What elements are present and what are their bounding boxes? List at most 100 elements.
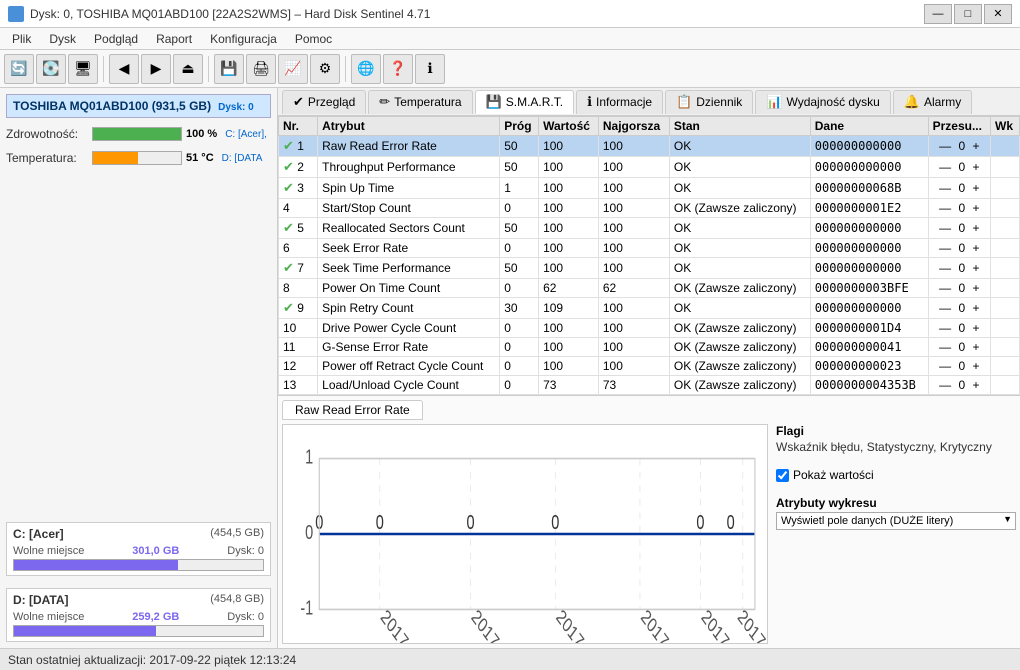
toolbar-help[interactable]: ❓	[383, 54, 413, 84]
table-row[interactable]: 8 Power On Time Count 0 62 62 OK (Zawsze…	[279, 279, 1020, 298]
menu-plik[interactable]: Plik	[4, 30, 39, 48]
right-panel: ✔ Przegląd ✏ Temperatura 💾 S.M.A.R.T. ℹ …	[278, 88, 1020, 648]
minimize-button[interactable]: —	[924, 4, 952, 24]
close-button[interactable]: ✕	[984, 4, 1012, 24]
toolbar-settings[interactable]: ⚙	[310, 54, 340, 84]
app-icon	[8, 6, 24, 22]
drive-c-name: C: [Acer]	[13, 527, 64, 541]
tab-temperatura[interactable]: ✏ Temperatura	[368, 90, 472, 114]
minus-icon[interactable]: —	[939, 261, 951, 275]
cell-stan: OK (Zawsze zaliczony)	[669, 279, 810, 298]
minus-icon[interactable]: —	[939, 181, 951, 195]
minus-icon[interactable]: —	[939, 378, 951, 392]
table-row[interactable]: 11 G-Sense Error Rate 0 100 100 OK (Zaws…	[279, 338, 1020, 357]
cell-val: 100	[539, 157, 599, 178]
tab-informacje[interactable]: ℹ Informacje	[576, 90, 663, 114]
plus-icon[interactable]: +	[972, 241, 979, 255]
plus-icon[interactable]: +	[972, 139, 979, 153]
toolbar-info[interactable]: 🖥	[68, 54, 98, 84]
plus-icon[interactable]: +	[972, 281, 979, 295]
tab-dziennik-label: Dziennik	[696, 95, 742, 109]
menu-dysk[interactable]: Dysk	[41, 30, 84, 48]
cell-przesu-val: 0	[958, 241, 965, 255]
cell-wk	[991, 319, 1020, 338]
toolbar-hdd[interactable]: 💽	[36, 54, 66, 84]
tab-przeglad[interactable]: ✔ Przegląd	[282, 90, 366, 114]
table-row[interactable]: ✔ 3 Spin Up Time 1 100 100 OK 0000000006…	[279, 178, 1020, 199]
tab-smart[interactable]: 💾 S.M.A.R.T.	[475, 90, 575, 114]
plus-icon[interactable]: +	[972, 201, 979, 215]
cell-prog: 1	[500, 178, 539, 199]
drive-c-bar	[13, 559, 264, 571]
toolbar-chart[interactable]: 📈	[278, 54, 308, 84]
minus-icon[interactable]: —	[939, 139, 951, 153]
toolbar-eject[interactable]: ⏏	[173, 54, 203, 84]
plus-icon[interactable]: +	[972, 340, 979, 354]
toolbar-prev[interactable]: ◀	[109, 54, 139, 84]
toolbar-globe[interactable]: 🌐	[351, 54, 381, 84]
minus-icon[interactable]: —	[939, 359, 951, 373]
cell-attr: Spin Retry Count	[318, 298, 500, 319]
smart-table-container[interactable]: Nr. Atrybut Próg Wartość Najgorsza Stan …	[278, 116, 1020, 396]
menu-pomoc[interactable]: Pomoc	[287, 30, 340, 48]
col-najgorsza: Najgorsza	[598, 117, 669, 136]
table-row[interactable]: 6 Seek Error Rate 0 100 100 OK 000000000…	[279, 239, 1020, 258]
tab-wydajnosc[interactable]: 📊 Wydajność dysku	[755, 90, 890, 114]
table-row[interactable]: 13 Load/Unload Cycle Count 0 73 73 OK (Z…	[279, 376, 1020, 395]
minus-icon[interactable]: —	[939, 241, 951, 255]
table-row[interactable]: 4 Start/Stop Count 0 100 100 OK (Zawsze …	[279, 199, 1020, 218]
drive-d-section: D: [DATA] (454,8 GB) Wolne miejsce 259,2…	[6, 588, 271, 642]
plus-icon[interactable]: +	[972, 221, 979, 235]
table-row[interactable]: ✔ 9 Spin Retry Count 30 109 100 OK 00000…	[279, 298, 1020, 319]
minus-icon[interactable]: —	[939, 301, 951, 315]
toolbar-print[interactable]: 🖨	[246, 54, 276, 84]
drive-c-free-label: Wolne miejsce	[13, 545, 84, 557]
cell-nr: ✔ 7	[279, 258, 318, 279]
plus-icon[interactable]: +	[972, 301, 979, 315]
cell-nr: ✔ 9	[279, 298, 318, 319]
toolbar-about[interactable]: ℹ	[415, 54, 445, 84]
cell-attr: Raw Read Error Rate	[318, 136, 500, 157]
plus-icon[interactable]: +	[972, 181, 979, 195]
table-row[interactable]: ✔ 5 Reallocated Sectors Count 50 100 100…	[279, 218, 1020, 239]
plus-icon[interactable]: +	[972, 359, 979, 373]
tab-temperatura-label: Temperatura	[394, 95, 461, 109]
maximize-button[interactable]: □	[954, 4, 982, 24]
menu-konfiguracja[interactable]: Konfiguracja	[202, 30, 285, 48]
smart-table: Nr. Atrybut Próg Wartość Najgorsza Stan …	[278, 116, 1020, 396]
cell-worst: 62	[598, 279, 669, 298]
table-row[interactable]: 12 Power off Retract Cycle Count 0 100 1…	[279, 357, 1020, 376]
table-row[interactable]: ✔ 2 Throughput Performance 50 100 100 OK…	[279, 157, 1020, 178]
minus-icon[interactable]: —	[939, 281, 951, 295]
plus-icon[interactable]: +	[972, 160, 979, 174]
table-row[interactable]: ✔ 7 Seek Time Performance 50 100 100 OK …	[279, 258, 1020, 279]
tab-dziennik[interactable]: 📋 Dziennik	[665, 90, 753, 114]
drive-d-bar	[13, 625, 264, 637]
minus-icon[interactable]: —	[939, 160, 951, 174]
chart-attrs-select[interactable]: Wyświetl pole danych (DUŻE litery)	[776, 512, 1016, 530]
tab-smart-label: S.M.A.R.T.	[506, 95, 563, 109]
table-row[interactable]: ✔ 1 Raw Read Error Rate 50 100 100 OK 00…	[279, 136, 1020, 157]
menu-podglad[interactable]: Podgląd	[86, 30, 146, 48]
table-row[interactable]: 10 Drive Power Cycle Count 0 100 100 OK …	[279, 319, 1020, 338]
toolbar-refresh[interactable]: 🔄	[4, 54, 34, 84]
show-values-checkbox[interactable]	[776, 469, 789, 482]
cell-nr: 13	[279, 376, 318, 395]
cell-wk	[991, 136, 1020, 157]
toolbar-next[interactable]: ▶	[141, 54, 171, 84]
menu-raport[interactable]: Raport	[148, 30, 200, 48]
toolbar-save[interactable]: 💾	[214, 54, 244, 84]
plus-icon[interactable]: +	[972, 321, 979, 335]
chart-tab-raw[interactable]: Raw Read Error Rate	[282, 400, 423, 420]
col-atrybut: Atrybut	[318, 117, 500, 136]
plus-icon[interactable]: +	[972, 261, 979, 275]
minus-icon[interactable]: —	[939, 340, 951, 354]
minus-icon[interactable]: —	[939, 201, 951, 215]
cell-przesu-val: 0	[958, 378, 965, 392]
minus-icon[interactable]: —	[939, 321, 951, 335]
health-drive: C: [Acer],	[225, 129, 267, 140]
minus-icon[interactable]: —	[939, 221, 951, 235]
tab-alarmy[interactable]: 🔔 Alarmy	[893, 90, 973, 114]
cell-prog: 30	[500, 298, 539, 319]
plus-icon[interactable]: +	[972, 378, 979, 392]
